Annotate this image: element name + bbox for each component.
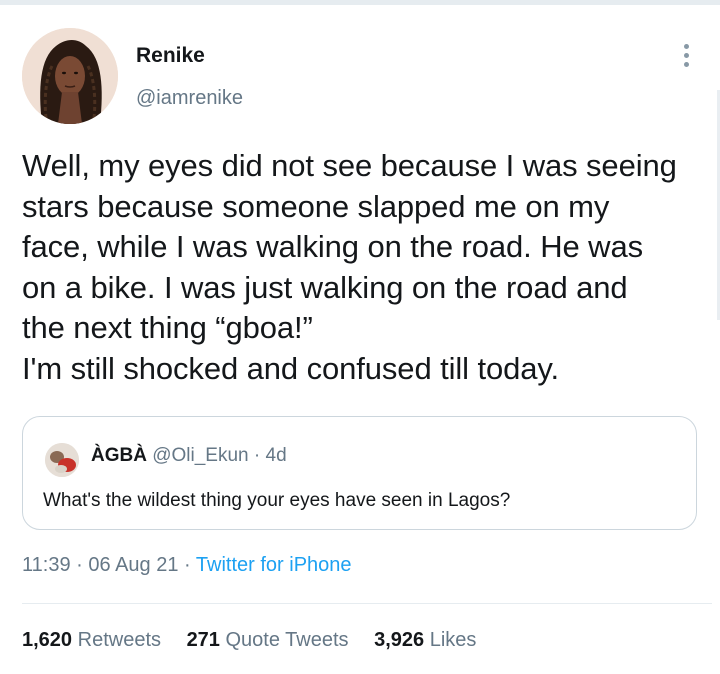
tweet-time[interactable]: 11:39 [22,554,71,576]
quote-tweets-count: 271 [186,629,220,651]
tweet-header: Renike @iamrenike [22,28,702,124]
retweets-count: 1,620 [22,629,73,651]
timestamp-separator: · [76,554,83,576]
stats-divider [22,603,712,604]
likes-count: 3,926 [374,629,425,651]
more-vertical-icon[interactable] [678,44,694,74]
likes-stat[interactable]: 3,926 Likes [374,629,476,652]
quoted-tweet-card[interactable]: ÀGBÀ @Oli_Ekun · 4d What's the wildest t… [22,416,697,530]
quoted-tweet-text: What's the wildest thing your eyes have … [43,490,511,511]
tweet-date[interactable]: 06 Aug 21 [88,554,178,576]
quoted-tweet-meta: ÀGBÀ @Oli_Ekun · 4d [91,445,287,467]
quote-tweets-label: Quote Tweets [225,629,349,651]
tweet-timestamp-row: 11:39 · 06 Aug 21 · Twitter for iPhone [22,554,352,577]
quote-tweets-stat[interactable]: 271 Quote Tweets [187,629,349,652]
quoted-separator: · [253,445,261,466]
author-display-name[interactable]: Renike [136,44,205,68]
quoted-author-handle: @Oli_Ekun [152,445,249,466]
quoted-author-avatar [45,443,79,477]
top-divider [0,0,720,5]
author-avatar[interactable] [22,28,118,124]
retweets-stat[interactable]: 1,620 Retweets [22,629,161,652]
quoted-author-name: ÀGBÀ [91,445,147,466]
retweets-label: Retweets [77,629,161,651]
timestamp-separator-2: · [184,554,191,576]
quoted-tweet-age: 4d [265,445,287,466]
author-handle[interactable]: @iamrenike [136,87,243,110]
tweet-text: Well, my eyes did not see because I was … [22,148,677,386]
tweet-source-link[interactable]: Twitter for iPhone [196,554,352,576]
likes-label: Likes [429,629,477,651]
tweet-stats: 1,620 Retweets 271 Quote Tweets 3,926 Li… [22,629,496,652]
